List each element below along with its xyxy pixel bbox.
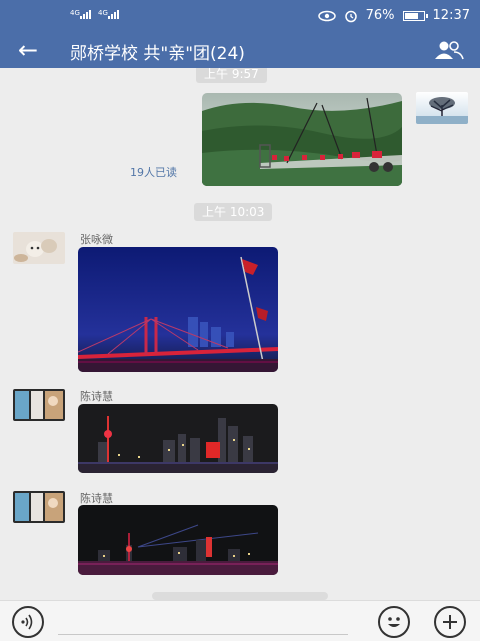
- voice-icon[interactable]: [12, 606, 44, 638]
- eye-icon: [317, 10, 336, 21]
- sender-name: 陈诗慧: [80, 492, 113, 505]
- status-bar: 4G 4G 76% 12:37: [0, 0, 480, 32]
- chat-image[interactable]: [202, 93, 402, 186]
- chat-image[interactable]: [78, 247, 278, 372]
- sender-name: 张咏微: [80, 233, 113, 246]
- chat-title: 郧桥学校 共"亲"团(24): [70, 44, 245, 64]
- chat-image[interactable]: [78, 505, 278, 575]
- emoji-icon[interactable]: [378, 606, 410, 638]
- sender-name: 陈诗慧: [80, 390, 113, 403]
- signal-icon: [108, 10, 119, 19]
- input-bar: [0, 600, 480, 641]
- message-input[interactable]: [58, 634, 348, 635]
- read-status[interactable]: 19人已读: [130, 164, 177, 180]
- battery-icon: [402, 10, 428, 21]
- avatar[interactable]: [13, 491, 65, 523]
- clock-time: 12:37: [432, 8, 470, 23]
- chat-image[interactable]: [78, 404, 278, 473]
- scroll-hint: [152, 592, 328, 600]
- sim1-label: 4G: [70, 9, 80, 17]
- avatar[interactable]: [416, 92, 468, 124]
- group-members-icon[interactable]: [434, 40, 464, 60]
- plus-icon[interactable]: [434, 606, 466, 638]
- chat-area[interactable]: 上午 9:57 19人已读 上午 10:03 张咏微 陈诗慧 陈诗慧: [0, 68, 480, 600]
- arrow-left-icon[interactable]: ←: [18, 36, 38, 64]
- timestamp: 上午 10:03: [194, 203, 273, 221]
- avatar[interactable]: [13, 232, 65, 264]
- avatar[interactable]: [13, 389, 65, 421]
- battery-percent: 76%: [365, 8, 395, 23]
- sim2-label: 4G: [98, 9, 108, 17]
- chat-header: ← 郧桥学校 共"亲"团(24): [0, 32, 480, 68]
- signal-icon: [80, 10, 91, 19]
- timestamp: 上午 9:57: [196, 68, 267, 83]
- alarm-icon: [344, 10, 357, 22]
